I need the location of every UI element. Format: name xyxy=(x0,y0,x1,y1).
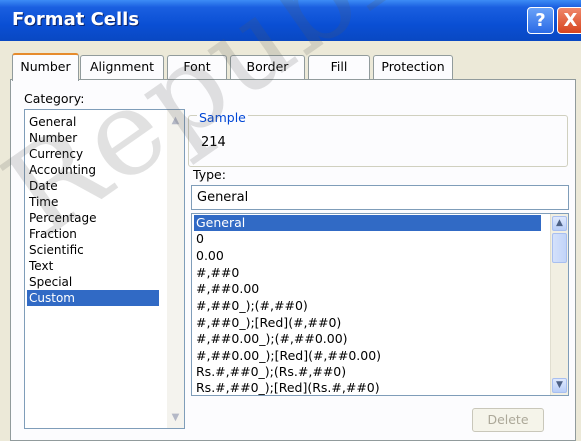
close-icon: X xyxy=(563,10,578,31)
type-label: Type: xyxy=(193,167,226,182)
category-list[interactable]: General Number Currency Accounting Date … xyxy=(24,109,185,429)
format-item[interactable]: #,##0_);[Red](#,##0) xyxy=(194,315,541,331)
category-item-currency[interactable]: Currency xyxy=(27,146,159,162)
scroll-down-icon[interactable]: ▼ xyxy=(167,409,184,426)
help-icon: ? xyxy=(535,10,546,31)
category-item-scientific[interactable]: Scientific xyxy=(27,242,159,258)
category-item-general[interactable]: General xyxy=(27,114,159,130)
scroll-up-icon[interactable]: ▲ xyxy=(167,112,184,129)
tab-font[interactable]: Font xyxy=(167,55,227,79)
tab-border[interactable]: Border xyxy=(230,55,305,79)
category-item-date[interactable]: Date xyxy=(27,178,159,194)
format-list-scrollbar[interactable]: ▲ ▼ xyxy=(550,214,568,395)
tab-protection[interactable]: Protection xyxy=(373,55,453,79)
category-label: Category: xyxy=(24,91,85,106)
tab-strip: Number Alignment Font Border Fill Protec… xyxy=(0,53,581,81)
format-item[interactable]: #,##0 xyxy=(194,265,541,281)
format-item[interactable]: Rs.#,##0_);[Red](Rs.#,##0) xyxy=(194,380,541,395)
category-item-text[interactable]: Text xyxy=(27,258,159,274)
tab-number[interactable]: Number xyxy=(12,53,79,81)
scroll-thumb[interactable] xyxy=(552,233,567,263)
category-item-time[interactable]: Time xyxy=(27,194,159,210)
title-bar[interactable]: Format Cells ? X xyxy=(0,0,581,41)
format-item[interactable]: #,##0.00_);[Red](#,##0.00) xyxy=(194,348,541,364)
format-cells-dialog: Format Cells ? X Number Alignment Font B… xyxy=(0,0,581,441)
sample-label: Sample xyxy=(197,110,248,125)
dialog-title: Format Cells xyxy=(12,9,140,30)
tab-alignment[interactable]: Alignment xyxy=(80,55,164,79)
category-item-number[interactable]: Number xyxy=(27,130,159,146)
format-item[interactable]: #,##0.00_);(#,##0.00) xyxy=(194,331,541,347)
format-list[interactable]: General 0 0.00 #,##0 #,##0.00 #,##0_);(#… xyxy=(191,213,569,396)
category-item-fraction[interactable]: Fraction xyxy=(27,226,159,242)
category-item-custom[interactable]: Custom xyxy=(27,290,159,306)
scroll-up-icon[interactable]: ▲ xyxy=(552,216,567,231)
format-item[interactable]: Rs.#,##0_);(Rs.#,##0) xyxy=(194,364,541,380)
format-item[interactable]: #,##0.00 xyxy=(194,281,541,297)
format-item[interactable]: General xyxy=(194,215,541,231)
category-scrollbar[interactable]: ▲ ▼ xyxy=(167,110,184,428)
delete-button[interactable]: Delete xyxy=(472,408,544,432)
category-item-accounting[interactable]: Accounting xyxy=(27,162,159,178)
help-button[interactable]: ? xyxy=(527,7,554,34)
category-item-percentage[interactable]: Percentage xyxy=(27,210,159,226)
sample-value: 214 xyxy=(201,135,226,150)
format-item[interactable]: 0 xyxy=(194,231,541,247)
format-item[interactable]: #,##0_);(#,##0) xyxy=(194,298,541,314)
scroll-down-icon[interactable]: ▼ xyxy=(552,378,567,393)
tab-fill[interactable]: Fill xyxy=(308,55,370,79)
format-item[interactable]: 0.00 xyxy=(194,248,541,264)
type-input[interactable]: General xyxy=(191,185,569,210)
close-button[interactable]: X xyxy=(557,7,581,34)
category-item-special[interactable]: Special xyxy=(27,274,159,290)
